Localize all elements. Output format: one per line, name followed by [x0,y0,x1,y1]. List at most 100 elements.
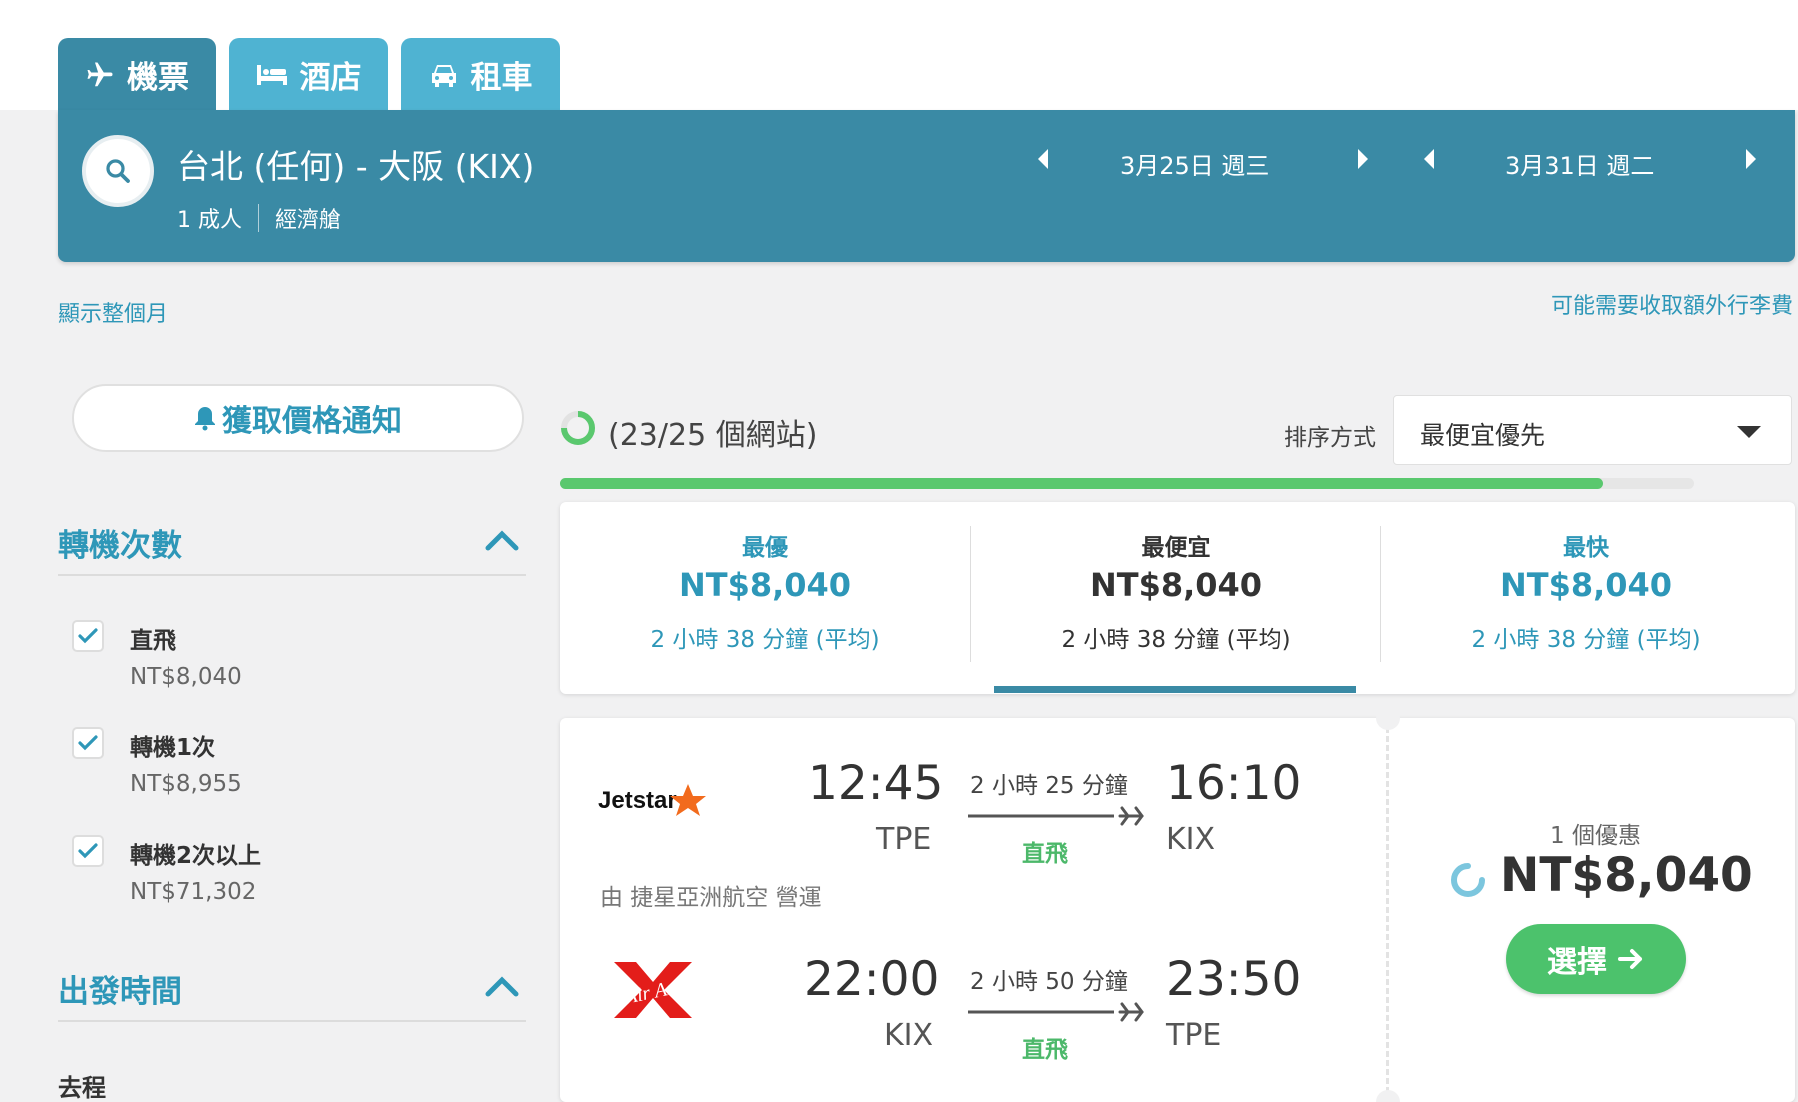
sites-searched-status: (23/25 個網站) [608,418,818,453]
inbound-depart-time: 22:00 [804,952,940,1007]
summary-fastest-label: 最快 [1563,535,1609,561]
operated-by: 由 捷星亞洲航空 營運 [600,885,822,911]
jetstar-logo-text: Jetstar [598,787,677,814]
return-prev-day[interactable] [1414,144,1444,174]
outbound-depart-airport: TPE [876,822,932,857]
filter-two-plus-stops-label[interactable]: 轉機2次以上 [130,836,261,870]
select-button[interactable]: 選擇 [1506,924,1686,994]
summary-best-label: 最優 [742,535,788,561]
ticket-notch [1376,1090,1400,1102]
summary-fastest[interactable]: 最快 NT$8,040 2 小時 38 分鐘 (平均) [1381,502,1791,694]
stops-filter-title[interactable]: 轉機次數 [58,520,182,565]
filter-one-stop-price: NT$8,955 [130,771,242,797]
summary-best[interactable]: 最優 NT$8,040 2 小時 38 分鐘 (平均) [560,502,970,694]
filter-divider [58,574,526,576]
outbound-duration: 2 小時 25 分鐘 [970,773,1128,799]
bed-icon [256,64,287,85]
search-progress-bar [560,478,1694,489]
price-alert-button[interactable]: 獲取價格通知 [72,384,524,452]
summary-fastest-duration: 2 小時 38 分鐘 (平均) [1471,627,1701,653]
selected-sort-indicator [994,686,1356,693]
bell-icon [195,407,215,431]
search-button[interactable] [82,135,154,207]
filter-direct-label[interactable]: 直飛 [130,621,176,655]
airasia-logo: Air Asia [614,962,692,1018]
outbound-label: 去程 [58,1074,106,1102]
chevron-left-icon [1038,149,1048,169]
tab-hotels-label: 酒店 [299,60,362,96]
passenger-count: 1 成人 [177,208,242,233]
chevron-left-icon [1424,149,1434,169]
divider [258,204,259,232]
filter-direct-price: NT$8,040 [130,664,242,690]
plane-icon [87,62,113,86]
loading-spinner-icon [561,411,595,445]
return-date[interactable]: 3月31日 週二 [1505,146,1654,181]
flight-path-icon [968,1002,1144,1022]
checkmark-icon [78,735,98,751]
chevron-up-icon[interactable] [484,528,520,552]
result-price: NT$8,040 [1500,848,1753,903]
flight-result-card[interactable]: Jetstar 12:45 TPE 2 小時 25 分鐘 直飛 16:10 KI… [560,706,1795,1102]
route-text[interactable]: 台北 (任何) - 大阪 (KIX) [177,140,534,188]
ticket-divider [1386,718,1389,1102]
car-icon [431,64,456,87]
outbound-stops: 直飛 [1022,841,1068,867]
chevron-right-icon [1358,149,1368,169]
jetstar-logo: Jetstar [598,784,706,816]
tab-flights-label: 機票 [127,60,189,96]
passenger-cabin[interactable]: 1 成人 經濟艙 [177,202,341,234]
checkmark-icon [78,628,98,644]
filter-direct-checkbox[interactable] [72,620,104,652]
search-summary-bar[interactable]: 台北 (任何) - 大阪 (KIX) 1 成人 經濟艙 3月25日 週三 3月3… [58,110,1795,262]
depart-next-day[interactable] [1348,144,1378,174]
summary-cheapest-price: NT$8,040 [1089,566,1263,604]
inbound-arrive-time: 23:50 [1166,952,1302,1007]
inbound-depart-airport: KIX [884,1018,934,1053]
loading-spinner-icon [1451,863,1485,897]
departure-time-filter-title[interactable]: 出發時間 [58,966,182,1011]
summary-cheapest[interactable]: 最便宜 NT$8,040 2 小時 38 分鐘 (平均) [971,502,1381,694]
baggage-fee-link[interactable]: 可能需要收取額外行李費 [1551,288,1793,320]
filter-two-plus-stops-checkbox[interactable] [72,835,104,867]
summary-best-price: NT$8,040 [678,566,852,604]
price-alert-label: 獲取價格通知 [222,404,402,439]
inbound-duration: 2 小時 50 分鐘 [970,969,1128,995]
summary-cheapest-duration: 2 小時 38 分鐘 (平均) [1061,627,1291,653]
outbound-depart-time: 12:45 [808,756,944,811]
filter-one-stop-label[interactable]: 轉機1次 [130,728,215,762]
tab-flights[interactable]: 機票 [58,38,216,111]
depart-prev-day[interactable] [1028,144,1058,174]
outbound-arrive-time: 16:10 [1166,756,1302,811]
summary-best-duration: 2 小時 38 分鐘 (平均) [650,627,880,653]
show-whole-month-link[interactable]: 顯示整個月 [58,296,168,328]
chevron-up-icon[interactable] [484,974,520,998]
summary-fastest-price: NT$8,040 [1499,566,1673,604]
inbound-arrive-airport: TPE [1166,1018,1222,1053]
sort-dropdown[interactable]: 最便宜優先 [1393,395,1792,465]
sort-label: 排序方式 [1284,425,1376,451]
sort-value: 最便宜優先 [1420,421,1546,450]
cabin-class: 經濟艙 [275,208,342,233]
chevron-right-icon [1746,149,1756,169]
return-next-day[interactable] [1736,144,1766,174]
select-button-label: 選擇 [1547,945,1607,980]
summary-cheapest-label: 最便宜 [1141,535,1211,561]
search-progress-fill [560,478,1604,489]
sort-summary-cards: 最優 NT$8,040 2 小時 38 分鐘 (平均) 最便宜 NT$8,040… [560,502,1795,694]
filter-two-plus-stops-price: NT$71,302 [130,879,257,905]
inbound-stops: 直飛 [1022,1037,1068,1063]
filter-one-stop-checkbox[interactable] [72,727,104,759]
arrow-right-icon [1618,949,1642,969]
filter-divider [58,1020,526,1022]
search-icon [106,159,130,183]
checkmark-icon [78,843,98,859]
ticket-notch [1376,706,1400,730]
depart-date[interactable]: 3月25日 週三 [1120,146,1269,181]
tab-cars-label: 租車 [470,60,533,96]
tab-hotels[interactable]: 酒店 [229,38,388,111]
caret-down-icon [1737,426,1761,438]
deals-count: 1 個優惠 [1550,823,1641,849]
tab-cars[interactable]: 租車 [401,38,560,111]
outbound-arrive-airport: KIX [1166,822,1216,857]
